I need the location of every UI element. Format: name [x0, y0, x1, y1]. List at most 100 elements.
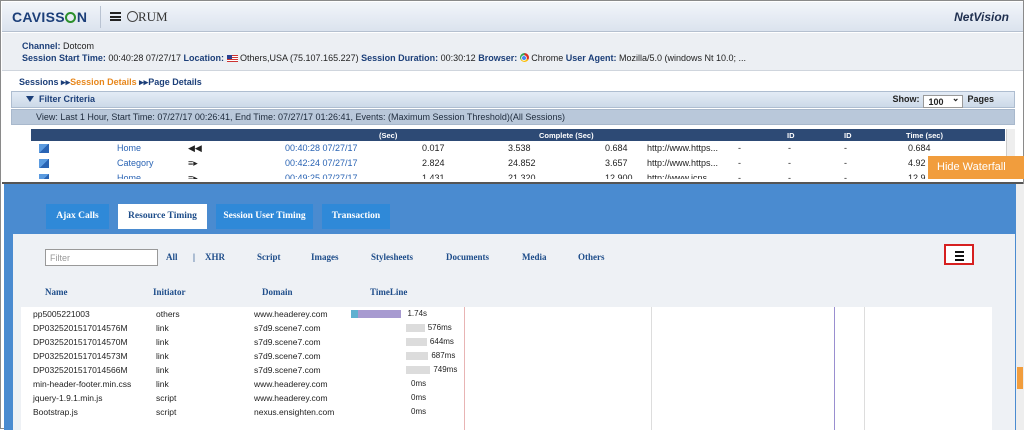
resource-initiator: link [156, 379, 169, 389]
page-row[interactable]: Home 00:40:28 07/27/17 0.017 3.538 0.684 http… [31, 141, 1005, 156]
cell-value: - [788, 143, 791, 153]
cell-value: 1.431 [422, 173, 445, 179]
filter-images[interactable]: Images [311, 252, 339, 262]
waterfall-scrollbar[interactable] [1016, 184, 1024, 430]
cell-url: http://www.https... [647, 158, 719, 168]
breadcrumb-page-details[interactable]: Page Details [148, 77, 202, 87]
column-initiator[interactable]: Initiator [153, 287, 186, 297]
column-header: ID [844, 131, 852, 140]
breadcrumb-session-details[interactable]: Session Details [70, 77, 137, 87]
timeline-bar[interactable] [406, 352, 429, 360]
hide-waterfall-button[interactable]: Hide Waterfall [928, 156, 1024, 179]
column-menu-button[interactable] [944, 244, 974, 265]
browser-value: Chrome [531, 53, 564, 63]
filter-criteria-title: Filter Criteria [39, 94, 96, 104]
chrome-icon [519, 53, 529, 62]
page-time-link[interactable]: 00:42:24 07/27/17 [285, 158, 358, 168]
page-icon[interactable] [39, 159, 49, 168]
pages-label: Pages [967, 94, 994, 104]
session-duration-label: Session Duration: [361, 53, 439, 63]
filter-script[interactable]: Script [257, 252, 281, 262]
resource-row[interactable]: Bootstrap.js script nexus.ensighten.com 0ms [21, 405, 992, 419]
page-row[interactable]: Category 00:42:24 07/27/17 2.824 24.852 3.65… [31, 156, 1005, 171]
resource-row[interactable]: DP0325201517014570M link s7d9.scene7.com 64… [21, 335, 992, 349]
column-name[interactable]: Name [45, 287, 68, 297]
location-value: Others,USA (75.107.165.227) [240, 53, 359, 63]
cell-value: 4.92 [908, 158, 926, 168]
cell-value: 0.017 [422, 143, 445, 153]
filter-documents[interactable]: Documents [446, 252, 489, 262]
scrollbar-thumb[interactable] [1017, 367, 1023, 389]
tab-resource-timing[interactable]: Resource Timing [118, 204, 207, 229]
resource-initiator: link [156, 323, 169, 333]
page-name-link[interactable]: Home [117, 173, 141, 179]
filter-all[interactable]: All [166, 252, 178, 262]
filter-xhr[interactable]: XHR [205, 252, 225, 262]
filter-criteria-bar[interactable]: Filter Criteria Show:100Pages [11, 91, 1015, 108]
duration-label: 644ms [429, 337, 454, 346]
resource-row[interactable]: jquery-1.9.1.min.js script www.headerey.co… [21, 391, 992, 405]
resource-name: DP0325201517014573M [33, 351, 128, 361]
collapse-triangle-icon[interactable] [26, 96, 34, 102]
menu-icon[interactable] [110, 12, 121, 21]
resource-row[interactable]: DP0325201517014576M link s7d9.scene7.com 57… [21, 321, 992, 335]
rewind-icon[interactable]: ◀◀ [188, 143, 202, 154]
user-agent-label: User Agent: [565, 53, 617, 63]
cell-value: 0.684 [908, 143, 931, 153]
resource-name: DP0325201517014570M [33, 337, 128, 347]
page-icon[interactable] [39, 174, 49, 179]
resource-row[interactable]: pp5005221003 others www.headerey.com 1.74s [21, 307, 992, 321]
duration-label: 749ms [433, 365, 458, 374]
column-domain[interactable]: Domain [262, 287, 293, 297]
resource-domain: nexus.ensighten.com [254, 407, 335, 417]
timeline-bar[interactable] [351, 310, 402, 318]
list-play-icon[interactable]: ≡▸ [188, 173, 198, 179]
duration-label: 576ms [427, 323, 452, 332]
page-time-link[interactable]: 00:40:28 07/27/17 [285, 143, 358, 153]
column-timeline[interactable]: TimeLine [370, 287, 407, 297]
resource-domain: s7d9.scene7.com [254, 337, 321, 347]
breadcrumb: Sessions ▸▸Session Details ▸▸Page Detail… [11, 74, 1015, 90]
timeline-bar[interactable] [406, 366, 431, 374]
tab-ajax-calls[interactable]: Ajax Calls [46, 204, 109, 229]
breadcrumb-separator: ▸▸ [139, 77, 149, 87]
resource-row[interactable]: DP0325201517014566M link s7d9.scene7.com 74… [21, 363, 992, 377]
page-time-link[interactable]: 00:49:25 07/27/17 [285, 173, 358, 179]
filter-stylesheets[interactable]: Stylesheets [371, 252, 413, 262]
session-start-value: 00:40:28 07/27/17 [108, 53, 181, 63]
pages-count-select[interactable]: 100 [923, 93, 964, 108]
cell-value: - [844, 158, 847, 168]
breadcrumb-sessions[interactable]: Sessions [19, 77, 59, 87]
resource-row[interactable]: min-header-footer.min.css link www.headere… [21, 377, 992, 391]
page-row[interactable]: Home 00:49:25 07/27/17 1.431 21.320 12.900 ht… [31, 171, 1005, 179]
resource-initiator: link [156, 365, 169, 375]
cell-url: http://www.https... [647, 143, 719, 153]
session-duration-value: 00:30:12 [440, 53, 476, 63]
filter-others[interactable]: Others [578, 252, 605, 262]
app-title: NetVision [954, 10, 1009, 24]
session-start-label: Session Start Time: [22, 53, 106, 63]
resource-name: DP0325201517014576M [33, 323, 128, 333]
page-list-table: (Sec) Complete (Sec) ID ID Time (sec) Ho… [31, 129, 1005, 179]
cell-value: - [788, 173, 791, 179]
list-play-icon[interactable]: ≡▸ [188, 158, 198, 169]
column-header: (Sec) [379, 131, 398, 140]
cell-value: - [788, 158, 791, 168]
timeline-bar[interactable] [406, 324, 425, 332]
timeline-bar[interactable] [406, 338, 427, 346]
cell-value: 24.852 [508, 158, 536, 168]
product-name: RUM [127, 9, 168, 25]
filter-media[interactable]: Media [522, 252, 547, 262]
tab-transaction[interactable]: Transaction [322, 204, 390, 229]
tab-session-user-timing[interactable]: Session User Timing [216, 204, 313, 229]
usa-flag-icon [226, 55, 238, 62]
resource-initiator: others [156, 309, 180, 319]
page-name-link[interactable]: Category [117, 158, 154, 168]
cell-url: http://www.icns... [647, 173, 715, 179]
page-name-link[interactable]: Home [117, 143, 141, 153]
duration-label: 0ms [411, 379, 427, 388]
page-icon[interactable] [39, 144, 49, 153]
filter-separator: | [193, 252, 195, 262]
resource-filter-input[interactable]: Filter [45, 249, 158, 266]
resource-row[interactable]: DP0325201517014573M link s7d9.scene7.com 68… [21, 349, 992, 363]
